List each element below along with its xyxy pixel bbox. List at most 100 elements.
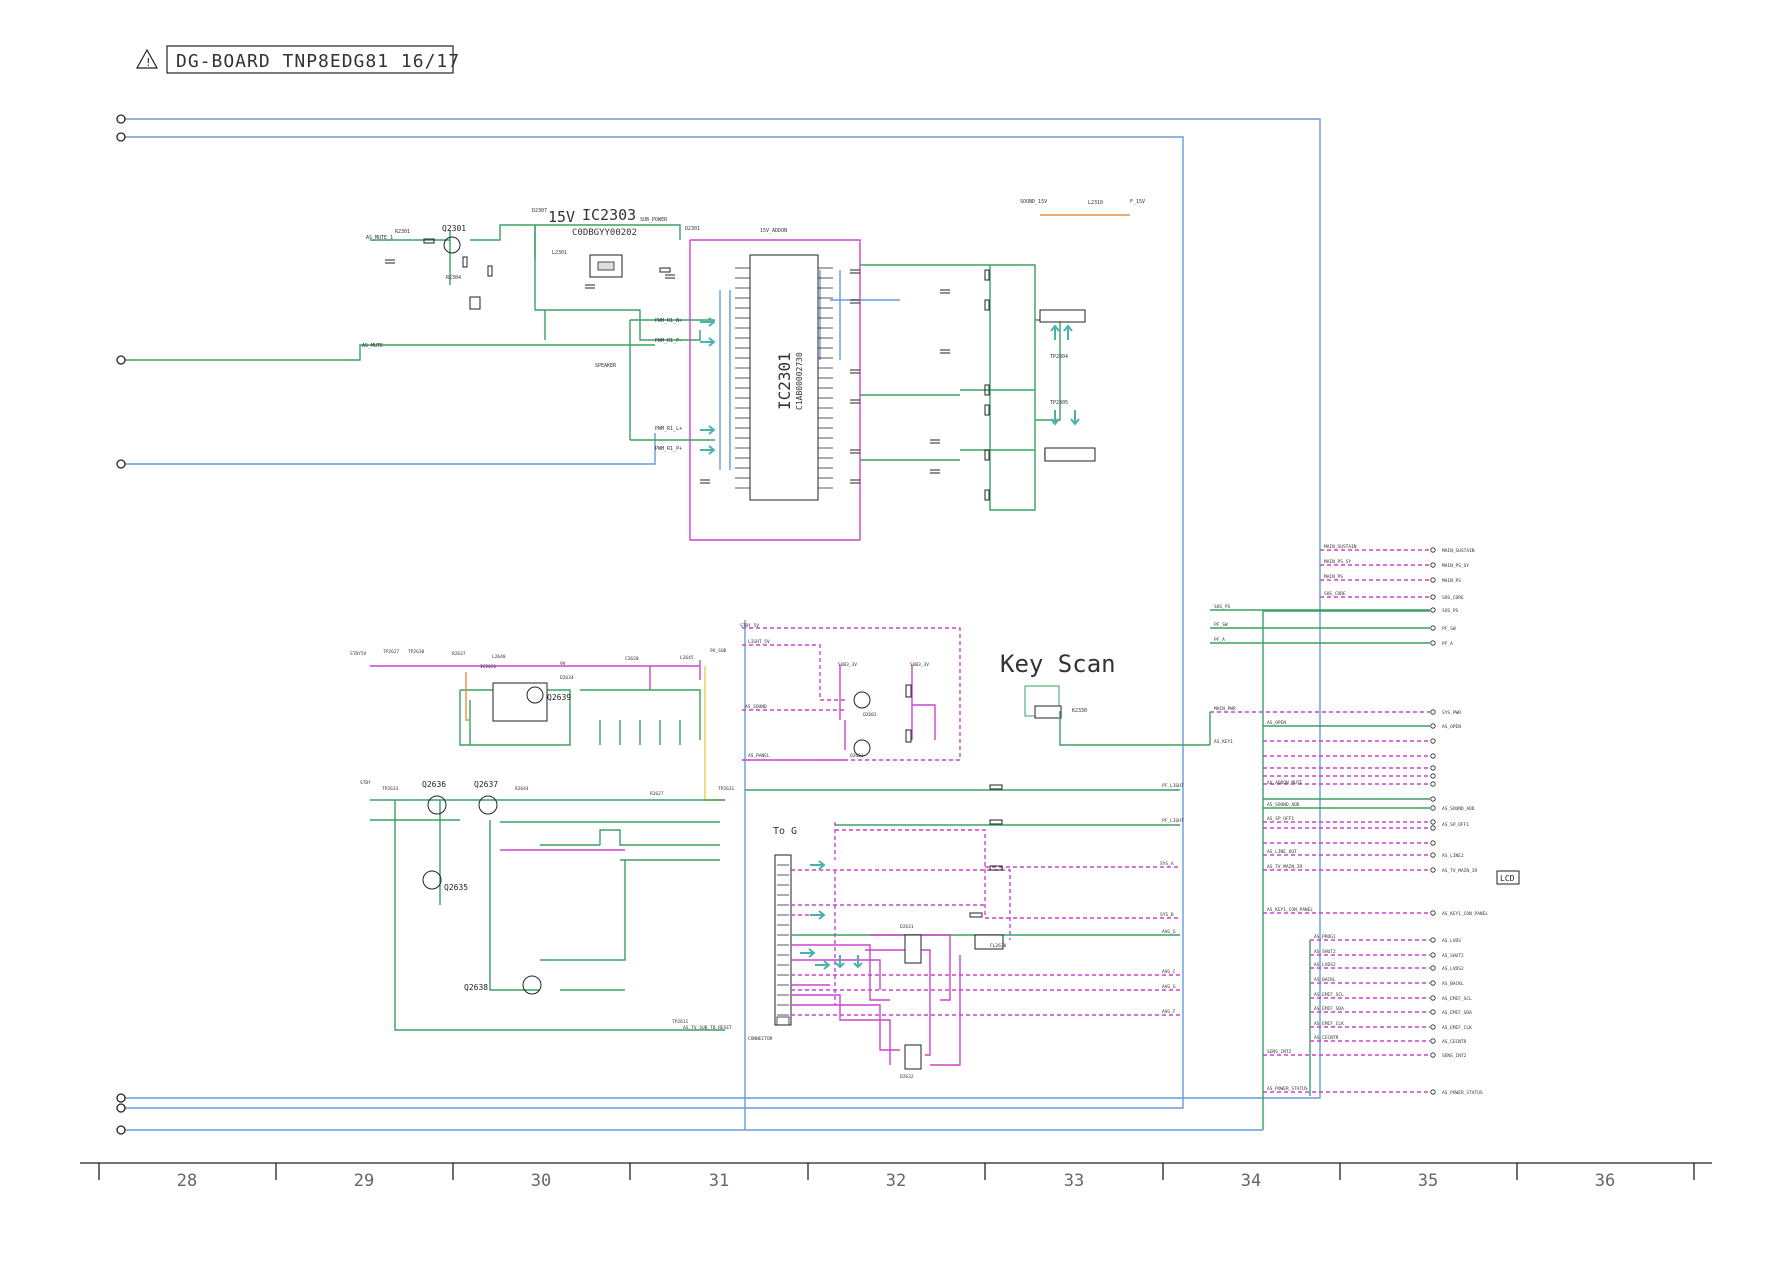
svg-text:SOS_CORE: SOS_CORE <box>1324 591 1346 597</box>
svg-text:R2304: R2304 <box>446 275 461 281</box>
grid-col-30: 30 <box>531 1171 551 1191</box>
svg-text:9V: 9V <box>560 661 566 667</box>
board-title: DG-BOARD TNP8EDG81 16/17 <box>176 51 460 72</box>
svg-text:PF_SW: PF_SW <box>1214 622 1228 628</box>
svg-text:R2627: R2627 <box>650 791 664 797</box>
svg-text:AS_POWER_STATUS: AS_POWER_STATUS <box>1442 1090 1483 1096</box>
passive-components <box>385 238 990 501</box>
grid-col-32: 32 <box>886 1171 906 1191</box>
svg-text:MAIN_SUSTAIN: MAIN_SUSTAIN <box>1442 548 1475 554</box>
center-arrows <box>800 860 863 970</box>
svg-text:AS_SHUT2: AS_SHUT2 <box>1314 949 1336 955</box>
svg-text:SENS_INT2: SENS_INT2 <box>1442 1053 1467 1059</box>
ic2301-chip: IC2301 C1AB00002730 <box>749 254 819 501</box>
svg-text:SYS_PWR: SYS_PWR <box>1442 710 1461 716</box>
lower-power-circuit <box>370 660 725 1031</box>
right-terminals <box>1430 547 1436 1095</box>
svg-text:15V_ADDON: 15V_ADDON <box>760 228 787 234</box>
svg-text:AS_LVDS2: AS_LVDS2 <box>1442 966 1464 972</box>
svg-text:K2330: K2330 <box>1072 708 1087 714</box>
svg-text:IC2631: IC2631 <box>480 664 497 670</box>
lcd-tag: LCD <box>1496 870 1520 885</box>
svg-text:AS_SP_OFF1: AS_SP_OFF1 <box>1267 816 1294 822</box>
svg-text:D2632: D2632 <box>900 1074 914 1080</box>
svg-text:R2301: R2301 <box>395 229 410 235</box>
svg-text:PF_SW: PF_SW <box>1442 626 1456 632</box>
svg-text:L2645: L2645 <box>680 655 694 661</box>
svg-text:AS_EMIF_SCL: AS_EMIF_SCL <box>1442 996 1472 1002</box>
q2637-label: Q2637 <box>474 780 498 789</box>
svg-text:AS_LVDS2: AS_LVDS2 <box>1314 962 1336 968</box>
svg-text:AS_OPEN: AS_OPEN <box>1442 724 1461 730</box>
svg-text:STBY5V: STBY5V <box>350 651 367 657</box>
q2638-label: Q2638 <box>464 983 488 992</box>
svg-text:AS_SP_OFF1: AS_SP_OFF1 <box>1442 822 1469 828</box>
svg-text:R2644: R2644 <box>515 786 529 792</box>
svg-text:PWM_R1_P-: PWM_R1_P- <box>655 338 682 344</box>
svg-text:FL2630: FL2630 <box>990 943 1007 949</box>
svg-text:TP2611: TP2611 <box>672 1019 689 1025</box>
svg-text:PF_LIGHT: PF_LIGHT <box>1162 783 1184 789</box>
ic2303-part: C0DBGYY00202 <box>572 228 637 238</box>
grid-col-36: 36 <box>1595 1171 1615 1191</box>
grid-col-28: 28 <box>177 1171 197 1191</box>
svg-text:PF_A: PF_A <box>1214 637 1225 643</box>
svg-text:SYS_B: SYS_B <box>1160 912 1174 918</box>
svg-text:AS_LINE2: AS_LINE2 <box>1442 853 1464 859</box>
svg-text:SUB3_3V: SUB3_3V <box>910 662 929 668</box>
svg-text:SOS_CORE: SOS_CORE <box>1442 595 1464 601</box>
ic2301-name: IC2301 <box>775 352 794 410</box>
svg-text:TP2627: TP2627 <box>383 649 400 655</box>
svg-text:AS_MUTE_1: AS_MUTE_1 <box>366 235 393 241</box>
svg-text:AS_LINE_OUT: AS_LINE_OUT <box>1267 849 1297 855</box>
svg-text:SPEAKER: SPEAKER <box>595 363 617 369</box>
svg-text:TP2305: TP2305 <box>1050 400 1068 406</box>
svg-text:MAIN_PS_SY: MAIN_PS_SY <box>1324 559 1351 565</box>
svg-text:AS_PROG1: AS_PROG1 <box>1314 934 1336 940</box>
svg-text:AVG_C: AVG_C <box>1162 969 1176 975</box>
svg-text:AVG_G: AVG_G <box>1162 929 1176 935</box>
svg-text:AS_OPEN: AS_OPEN <box>1267 720 1286 726</box>
center-components <box>853 684 1004 1070</box>
q2636-label: Q2636 <box>422 780 446 789</box>
svg-text:AS_KEY1_CON_PANEL: AS_KEY1_CON_PANEL <box>1267 907 1313 913</box>
q2301-label: Q2301 <box>442 224 466 233</box>
svg-text:PWM_R1_N+: PWM_R1_N+ <box>655 318 682 324</box>
svg-text:SUB3_3V: SUB3_3V <box>838 662 857 668</box>
lower-transistors: Q2636 Q2637 Q2635 Q2639 Q2638 <box>422 686 571 995</box>
svg-text:AS_MUTE: AS_MUTE <box>362 343 383 349</box>
to-g-label: To G <box>773 826 797 837</box>
svg-text:R2637: R2637 <box>452 651 466 657</box>
q2301-transistor: Q2301 <box>442 224 466 254</box>
schematic-canvas: ! DG-BOARD TNP8EDG81 16/17 15V IC2303 C0… <box>80 45 1712 1191</box>
svg-text:LIGHT_5V: LIGHT_5V <box>748 639 770 645</box>
svg-text:MAIN_PS: MAIN_PS <box>1324 574 1343 580</box>
svg-text:D2634: D2634 <box>560 675 574 681</box>
svg-text:AVG_F: AVG_F <box>1162 1009 1176 1015</box>
svg-text:AS_BACKL: AS_BACKL <box>1442 981 1464 987</box>
key-scan-label: Key Scan <box>1000 650 1116 678</box>
svg-text:TP2304: TP2304 <box>1050 354 1068 360</box>
svg-text:Q2601: Q2601 <box>850 753 864 759</box>
svg-text:AS_SOUND_ADD: AS_SOUND_ADD <box>1267 802 1300 808</box>
svg-text:D2307: D2307 <box>532 208 547 214</box>
svg-text:AS_EMIF_SDA: AS_EMIF_SDA <box>1314 1006 1344 1012</box>
q2635-label: Q2635 <box>444 883 468 892</box>
svg-text:C2620: C2620 <box>625 656 639 662</box>
svg-text:AS_SHUT2: AS_SHUT2 <box>1442 953 1464 959</box>
edge-connectors <box>116 114 126 1135</box>
svg-text:AS_KEY1_CON_PANEL: AS_KEY1_CON_PANEL <box>1442 911 1488 917</box>
grid-ruler: 28 29 30 31 32 33 34 35 36 <box>80 1162 1712 1191</box>
svg-text:CONNECTOR: CONNECTOR <box>748 1036 773 1042</box>
key-scan-block: Key Scan K2330 <box>1000 650 1210 746</box>
ic2301-part: C1AB00002730 <box>795 352 804 410</box>
svg-text:PF_A: PF_A <box>1442 641 1453 647</box>
svg-text:MAIN_PS_SY: MAIN_PS_SY <box>1442 563 1469 569</box>
svg-text:AS_EMIF_SDA: AS_EMIF_SDA <box>1442 1010 1472 1016</box>
svg-text:AS_POWER_STATUS: AS_POWER_STATUS <box>1267 1086 1308 1092</box>
svg-text:MAIN_PWR: MAIN_PWR <box>1214 706 1236 712</box>
center-annotations: STBY_5V LIGHT_5V SUB3_3V SUB3_3V AS_SOUND A… <box>740 623 1184 1080</box>
center-nets <box>742 627 1180 1066</box>
svg-text:AS_SOUND_ADD: AS_SOUND_ADD <box>1442 806 1475 812</box>
svg-text:SOS_PS: SOS_PS <box>1214 604 1231 610</box>
